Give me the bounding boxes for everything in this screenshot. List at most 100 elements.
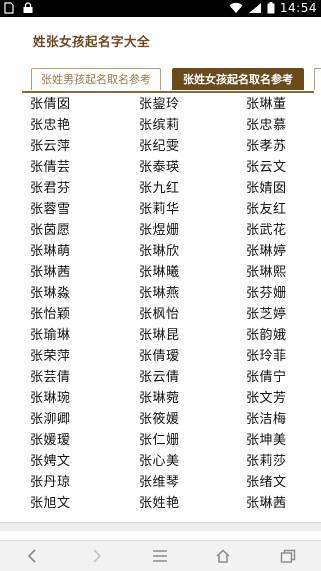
- menu-icon: [153, 550, 167, 562]
- menu-button[interactable]: [148, 545, 172, 567]
- name-item: 张旭文: [30, 496, 71, 511]
- name-row: 张泖卿 张筱媛 张洁梅: [0, 410, 321, 430]
- name-row: 张芸倩 张云倩 张倩宁: [0, 368, 321, 388]
- name-row: 张媛瑷 张仁姗 张坤美: [0, 431, 321, 451]
- name-row: 张娉文 张心美 张莉莎: [0, 452, 321, 472]
- tabs-button[interactable]: [276, 545, 300, 567]
- clock: 14:54: [279, 1, 317, 15]
- name-item: 张莉莎: [246, 454, 287, 469]
- name-row: 张瑜琳 张琳昆 张韵娥: [0, 326, 321, 346]
- name-item: 张坤美: [246, 433, 287, 448]
- tab-bar: 张姓男孩起名取名参考 张姓女孩起名取名参考: [0, 65, 321, 93]
- name-item: 张琳欣: [139, 244, 180, 259]
- name-row: 张琳琬 张琳菀 张文芳: [0, 389, 321, 409]
- name-item: 张琳熙: [246, 265, 287, 280]
- name-row: 张琳萌 张琳欣 张琳婷: [0, 242, 321, 262]
- name-item: 张纪雯: [139, 139, 180, 154]
- chevron-right-icon: [93, 549, 102, 563]
- name-item: 张琳菀: [139, 391, 180, 406]
- signal-icon: [248, 2, 262, 14]
- name-row: 张荣萍 张倩瑷 张玲菲: [0, 347, 321, 367]
- forward-button[interactable]: [85, 545, 109, 567]
- name-item: 张姓艳: [139, 496, 180, 511]
- name-row: 张旭文 张姓艳 张琳茜: [0, 494, 321, 514]
- name-row: 张怡颖 张枫怡 张芝婷: [0, 305, 321, 325]
- tab-underline: [22, 91, 314, 93]
- name-row: 张君芬 张九红 张婧囡: [0, 179, 321, 199]
- name-row: 张忠艳 张缤莉 张忠慕: [0, 116, 321, 136]
- name-item: 张君芬: [30, 181, 71, 196]
- name-item: 张茵愿: [30, 223, 71, 238]
- name-item: 张娉文: [30, 454, 71, 469]
- name-item: 张倩芸: [30, 160, 71, 175]
- name-row: 张蓉雪 张莉华 张友红: [0, 200, 321, 220]
- sim-icon: [4, 2, 18, 14]
- name-item: 张忠艳: [30, 118, 71, 133]
- back-button[interactable]: [20, 545, 44, 567]
- tab-girl-names[interactable]: 张姓女孩起名取名参考: [172, 68, 304, 90]
- name-item: 张怡颖: [30, 307, 71, 322]
- name-item: 张友红: [246, 202, 287, 217]
- name-item: 张孝苏: [246, 139, 287, 154]
- name-item: 张瑜琳: [30, 328, 71, 343]
- name-row: 张云萍 张纪雯 张孝苏: [0, 137, 321, 157]
- page-header: 姓张女孩起名字大全: [0, 17, 321, 65]
- name-item: 张枫怡: [139, 307, 180, 322]
- name-item: 张泰瑛: [139, 160, 180, 175]
- lock-icon: [22, 2, 36, 14]
- name-item: 张琳琬: [30, 391, 71, 406]
- name-item: 张丹琼: [30, 475, 71, 490]
- name-item: 张缤莉: [139, 118, 180, 133]
- tabs-icon: [280, 549, 296, 563]
- name-row: 张琳淼 张琳燕 张芬姗: [0, 284, 321, 304]
- name-item: 张琳萌: [30, 244, 71, 259]
- name-item: 张云文: [246, 160, 287, 175]
- name-item: 张筱媛: [139, 412, 180, 427]
- name-item: 张婧囡: [246, 181, 287, 196]
- name-item: 张鋆玲: [139, 97, 180, 112]
- name-row: 张琳茜 张琳曦 张琳熙: [0, 263, 321, 283]
- name-item: 张琳董: [246, 97, 287, 112]
- name-item: 张倩宁: [246, 370, 287, 385]
- battery-icon: [267, 2, 275, 14]
- status-bar: 14:54: [0, 0, 321, 17]
- wifi-icon: [229, 2, 243, 14]
- browser-nav-bar: [0, 540, 321, 571]
- name-list: 张倩囡 张鋆玲 张琳董 张忠艳 张缤莉 张忠慕 张云萍 张纪雯 张孝苏 张倩芸 张泰瑛 张云文 张君芬张…: [0, 95, 321, 515]
- tab-boy-names[interactable]: 张姓男孩起名取名参考: [31, 68, 161, 90]
- name-item: 张泖卿: [30, 412, 71, 427]
- name-item: 张九红: [139, 181, 180, 196]
- name-row: 张倩囡 张鋆玲 张琳董: [0, 95, 321, 115]
- name-item: 张忠慕: [246, 118, 287, 133]
- name-item: 张倩囡: [30, 97, 71, 112]
- name-item: 张莉华: [139, 202, 180, 217]
- name-item: 张维琴: [139, 475, 180, 490]
- name-item: 张绪文: [246, 475, 287, 490]
- name-item: 张蓉雪: [30, 202, 71, 217]
- name-item: 张云倩: [139, 370, 180, 385]
- name-item: 张心美: [139, 454, 180, 469]
- home-button[interactable]: [211, 545, 235, 567]
- name-item: 张琳婷: [246, 244, 287, 259]
- name-item: 张荣萍: [30, 349, 71, 364]
- name-item: 张玲菲: [246, 349, 287, 364]
- name-item: 张仁姗: [139, 433, 180, 448]
- name-row: 张茵愿 张煜姗 张武花: [0, 221, 321, 241]
- name-item: 张琳茜: [246, 496, 287, 511]
- name-item: 张韵娥: [246, 328, 287, 343]
- name-item: 张琳茜: [30, 265, 71, 280]
- name-item: 张武花: [246, 223, 287, 238]
- name-item: 张芸倩: [30, 370, 71, 385]
- name-item: 张芬姗: [246, 286, 287, 301]
- name-item: 张云萍: [30, 139, 71, 154]
- home-icon: [216, 549, 230, 563]
- name-item: 张琳昆: [139, 328, 180, 343]
- name-item: 张洁梅: [246, 412, 287, 427]
- tab-overflow: [314, 68, 321, 90]
- name-item: 张琳曦: [139, 265, 180, 280]
- chevron-left-icon: [27, 549, 36, 563]
- name-item: 张文芳: [246, 391, 287, 406]
- name-row: 张倩芸 张泰瑛 张云文: [0, 158, 321, 178]
- name-item: 张芝婷: [246, 307, 287, 322]
- name-item: 张煜姗: [139, 223, 180, 238]
